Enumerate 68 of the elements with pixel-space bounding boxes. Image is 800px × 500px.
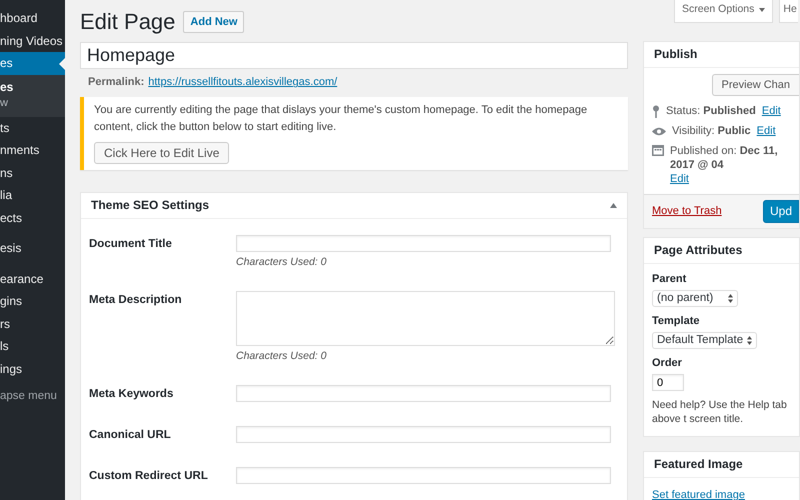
input-field[interactable] <box>236 234 611 252</box>
select-field[interactable]: Default Template <box>652 332 758 349</box>
panel-title: Theme SEO Settings <box>91 198 210 213</box>
notice-text: You are currently editing the page that dislays your theme's custom homepage. To edit the homepage content, click the button below to start editing live. <box>94 102 588 135</box>
field-label: Document Title <box>89 236 173 252</box>
panel-title: Publish <box>654 47 698 62</box>
field-label: Canonical URL <box>89 428 172 444</box>
preview-button[interactable]: Preview Chan <box>712 74 799 96</box>
set-featured-image-link[interactable]: Set featured image <box>652 489 745 500</box>
collapse-toggle-icon[interactable] <box>610 202 617 208</box>
sidebar-item[interactable]: esis <box>0 237 65 260</box>
input-field[interactable] <box>236 467 611 484</box>
order-field[interactable]: 0 <box>652 374 684 391</box>
sidebar-item[interactable]: nments <box>0 139 65 162</box>
field-label: Custom Redirect URL <box>89 469 209 484</box>
collapse-menu-link[interactable]: apse menu <box>0 388 65 406</box>
character-count: Characters Used: 0 <box>236 348 328 363</box>
edit-link[interactable]: Edit <box>762 104 781 118</box>
field-label: Template <box>652 314 700 328</box>
panel-title: Featured Image <box>654 457 743 472</box>
submenu-item[interactable]: es <box>0 78 65 94</box>
permalink-link[interactable]: https://russellfitouts.alexisvillegas.com/ <box>148 74 338 91</box>
calendar-icon <box>652 144 664 156</box>
sidebar-item[interactable]: lia <box>0 184 65 206</box>
screen-options-button[interactable]: Screen Options <box>674 0 774 23</box>
select-arrows-icon <box>747 336 752 345</box>
field-label: Meta Description <box>89 292 183 308</box>
field-label: Parent <box>652 272 688 286</box>
sidebar-item[interactable]: gins <box>0 290 65 312</box>
sidebar-item[interactable]: hboard <box>0 7 65 30</box>
edit-link[interactable]: Edit <box>670 173 689 185</box>
sidebar-item[interactable]: ns <box>0 162 65 184</box>
sidebar-item[interactable]: ts <box>0 116 65 139</box>
input-field[interactable] <box>236 384 611 402</box>
edit-live-button[interactable]: Cick Here to Edit Live <box>94 142 230 164</box>
field-label: Order <box>652 356 683 370</box>
publish-info: Published on: Dec 11, 2017 @ 04 <box>670 144 779 172</box>
sidebar-item[interactable]: ects <box>0 206 65 229</box>
publish-info: Status: Published <box>666 104 756 118</box>
title-field[interactable]: Homepage <box>80 42 628 70</box>
panel-title: Page Attributes <box>654 243 742 258</box>
pin-icon <box>652 104 660 118</box>
sidebar-item[interactable]: ings <box>0 358 65 380</box>
eye-icon <box>652 126 666 136</box>
sidebar-item[interactable]: earance <box>0 268 65 290</box>
permalink-label: Permalink: <box>88 75 144 90</box>
help-tab[interactable]: He <box>779 0 798 23</box>
input-field[interactable] <box>236 426 611 444</box>
edit-link[interactable]: Edit <box>756 124 776 138</box>
sidebar-item[interactable]: rs <box>0 312 65 335</box>
page-title: Edit Page <box>80 9 176 36</box>
submenu-item[interactable]: w <box>0 94 65 110</box>
sidebar-item[interactable]: es <box>0 52 65 74</box>
help-text: Need help? Use the Help tab above t screen title. <box>652 398 788 426</box>
update-button[interactable]: Upd <box>762 200 799 223</box>
sidebar-item[interactable]: ls <box>0 335 65 358</box>
field-label: Meta Keywords <box>89 386 174 402</box>
select-arrows-icon <box>728 294 733 303</box>
text-area[interactable] <box>236 290 615 346</box>
select-field[interactable]: (no parent) <box>652 290 738 307</box>
add-new-button[interactable]: Add New <box>183 10 244 34</box>
publish-info: Visibility: Public <box>672 124 751 138</box>
select-value: (no parent) <box>657 291 714 306</box>
dropdown-caret-icon <box>759 8 766 12</box>
move-to-trash-link[interactable]: Move to Trash <box>652 203 722 220</box>
sidebar-item[interactable]: ning Videos <box>0 30 65 52</box>
character-count: Characters Used: 0 <box>236 254 328 269</box>
select-value: Default Template <box>657 333 744 348</box>
